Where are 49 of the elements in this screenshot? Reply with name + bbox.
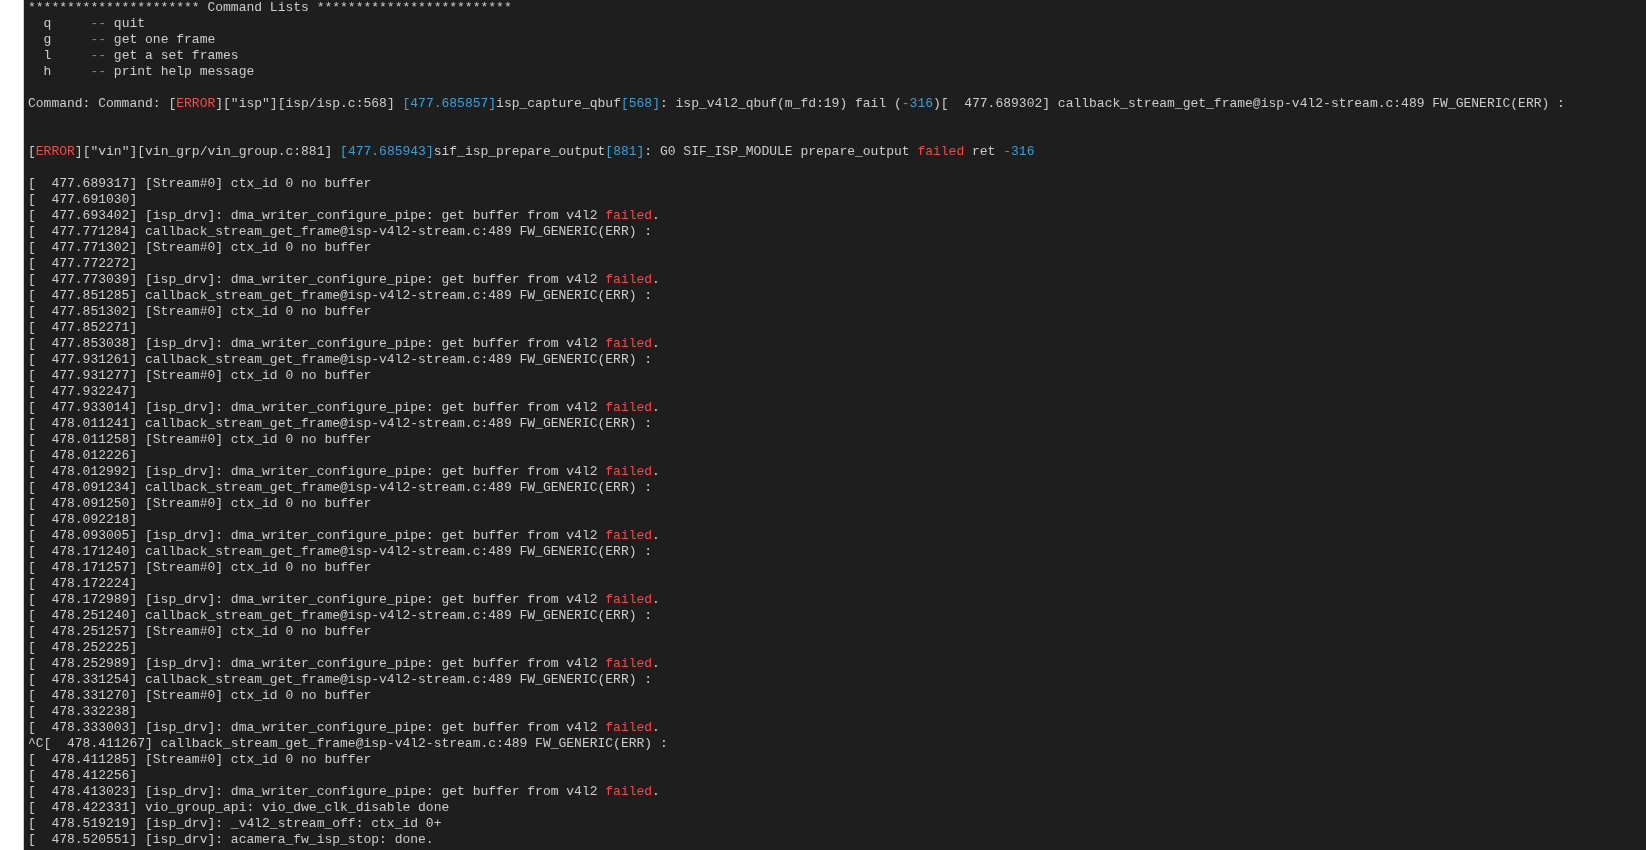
log-line: [ 478.519219] [isp_drv]: _v4l2_stream_off: ctx_id 0+	[28, 816, 443, 832]
log-line: [ 477.771302] [Stream#0] ctx_id 0 no buffer	[28, 240, 373, 256]
log-line: [ 477.691030]	[28, 192, 139, 208]
log-line: [ 477.931261] callback_stream_get_frame@isp-v4l2-stream.c:489 FW_GENERIC(ERR) :	[28, 352, 654, 368]
log-line: [ 478.252989] [isp_drv]: dma_writer_configure_pipe: get buffer from v4l2 failed.	[28, 656, 661, 672]
log-line: [ 478.422331] vio_group_api: vio_dwe_clk_disable done	[28, 800, 451, 816]
log-line: [ 478.412256]	[28, 768, 139, 784]
log-line: [ 478.172224]	[28, 576, 139, 592]
log-line: [ 477.852271]	[28, 320, 139, 336]
log-line: [ 478.251257] [Stream#0] ctx_id 0 no buffer	[28, 624, 373, 640]
log-line: [ 477.853038] [isp_drv]: dma_writer_configure_pipe: get buffer from v4l2 failed.	[28, 336, 661, 352]
log-line: [ 478.332238]	[28, 704, 139, 720]
log-line: [ 477.693402] [isp_drv]: dma_writer_configure_pipe: get buffer from v4l2 failed.	[28, 208, 661, 224]
section-header: ********************** Command Lists *************************	[28, 0, 513, 16]
log-line: [ 478.171240] callback_stream_get_frame@isp-v4l2-stream.c:489 FW_GENERIC(ERR) :	[28, 544, 654, 560]
log-line: ^C[ 478.411267] callback_stream_get_frame@isp-v4l2-stream.c:489 FW_GENERIC(ERR) :	[28, 736, 669, 752]
command-list-item: h -- print help message	[42, 64, 256, 80]
log-line: [ 478.012226]	[28, 448, 139, 464]
log-line: [ERROR]["vin"][vin_grp/vin_group.c:881] [477.685943]sif_isp_prepare_output[881]: G0 SIF_ISP_MODULE prepare_output failed ret -316	[28, 144, 1036, 160]
log-line: [ 478.011241] callback_stream_get_frame@isp-v4l2-stream.c:489 FW_GENERIC(ERR) :	[28, 416, 654, 432]
log-line: [ 478.331254] callback_stream_get_frame@isp-v4l2-stream.c:489 FW_GENERIC(ERR) :	[28, 672, 654, 688]
log-line: [ 478.331270] [Stream#0] ctx_id 0 no buffer	[28, 688, 373, 704]
log-line: [ 478.091250] [Stream#0] ctx_id 0 no buffer	[28, 496, 373, 512]
log-line: [ 477.931277] [Stream#0] ctx_id 0 no buffer	[28, 368, 373, 384]
log-line: [ 477.932247]	[28, 384, 139, 400]
log-line: [ 478.251240] callback_stream_get_frame@isp-v4l2-stream.c:489 FW_GENERIC(ERR) :	[28, 608, 654, 624]
log-line: [ 477.772272]	[28, 256, 139, 272]
log-line: [ 478.411285] [Stream#0] ctx_id 0 no buffer	[28, 752, 373, 768]
log-line: [ 478.171257] [Stream#0] ctx_id 0 no buffer	[28, 560, 373, 576]
log-line: [ 477.689317] [Stream#0] ctx_id 0 no buffer	[28, 176, 373, 192]
log-line: [ 478.520551] [isp_drv]: acamera_fw_isp_stop: done.	[28, 832, 435, 848]
log-line: [ 478.333003] [isp_drv]: dma_writer_configure_pipe: get buffer from v4l2 failed.	[28, 720, 661, 736]
log-line: [ 478.093005] [isp_drv]: dma_writer_configure_pipe: get buffer from v4l2 failed.	[28, 528, 661, 544]
log-line: [ 478.413023] [isp_drv]: dma_writer_configure_pipe: get buffer from v4l2 failed.	[28, 784, 661, 800]
log-line: [ 477.851285] callback_stream_get_frame@isp-v4l2-stream.c:489 FW_GENERIC(ERR) :	[28, 288, 654, 304]
log-line: Command: Command: [ERROR]["isp"][isp/isp.c:568] [477.685857]isp_capture_qbuf[568]: isp_v4l2_qbuf(m_fd:19) fail (-316)[ 477.689302] callback_stream_get_frame@isp-v4l2-stream.c:489 FW_GENERIC(ERR) :	[28, 96, 1566, 112]
command-list-item: g -- get one frame	[42, 32, 217, 48]
log-line: [ 478.172989] [isp_drv]: dma_writer_configure_pipe: get buffer from v4l2 failed.	[28, 592, 661, 608]
log-line: [ 478.092218]	[28, 512, 139, 528]
log-line: [ 478.091234] callback_stream_get_frame@isp-v4l2-stream.c:489 FW_GENERIC(ERR) :	[28, 480, 654, 496]
log-line: [ 478.252225]	[28, 640, 139, 656]
log-line: [ 477.851302] [Stream#0] ctx_id 0 no buffer	[28, 304, 373, 320]
log-line: [ 478.011258] [Stream#0] ctx_id 0 no buffer	[28, 432, 373, 448]
log-line: [ 478.012992] [isp_drv]: dma_writer_configure_pipe: get buffer from v4l2 failed.	[28, 464, 661, 480]
log-line: [ 477.933014] [isp_drv]: dma_writer_configure_pipe: get buffer from v4l2 failed.	[28, 400, 661, 416]
log-line: [ 477.773039] [isp_drv]: dma_writer_configure_pipe: get buffer from v4l2 failed.	[28, 272, 661, 288]
command-list-item: q -- quit	[42, 16, 147, 32]
command-list-item: l -- get a set frames	[42, 48, 240, 64]
log-line: [ 477.771284] callback_stream_get_frame@isp-v4l2-stream.c:489 FW_GENERIC(ERR) :	[28, 224, 654, 240]
